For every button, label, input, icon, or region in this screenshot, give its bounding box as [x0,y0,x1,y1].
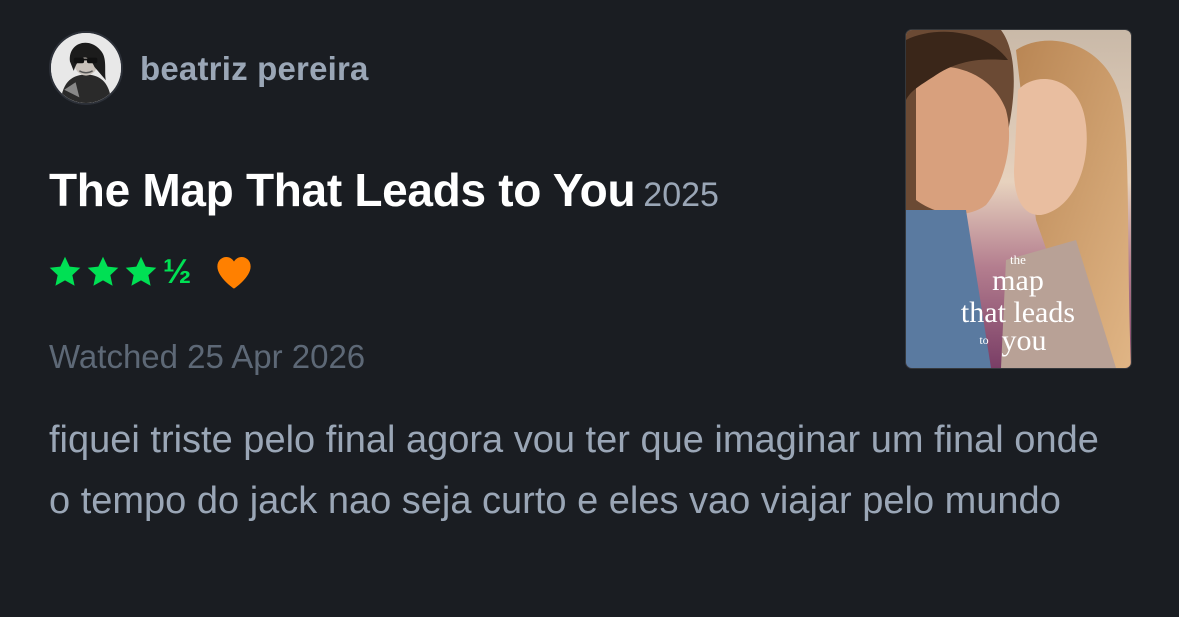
poster-image: the map that leads to you [906,30,1131,368]
watched-date: Watched 25 Apr 2026 [49,338,366,375]
poster-title-line2: map [992,264,1044,297]
avatar-photo-icon [51,33,121,103]
film-title-row: The Map That Leads to You 2025 [49,163,719,217]
heart-icon [217,256,251,289]
film-poster[interactable]: the map that leads to you [906,30,1131,368]
half-star-icon: ½ [163,253,192,291]
review-card: beatriz pereira The Map That Leads to Yo… [0,0,1179,617]
star-icon [49,256,81,286]
review-text: fiquei triste pelo final agora vou ter q… [49,419,1099,522]
star-icon [87,256,119,286]
rating: ½ [47,252,253,292]
film-year[interactable]: 2025 [643,176,719,214]
poster-title-line4-small: to [979,333,988,347]
star-icon [125,256,157,286]
user-avatar[interactable] [49,31,123,105]
poster-title-line4: you [1002,324,1047,357]
username-link[interactable]: beatriz pereira [140,50,369,88]
film-title[interactable]: The Map That Leads to You [49,164,636,216]
